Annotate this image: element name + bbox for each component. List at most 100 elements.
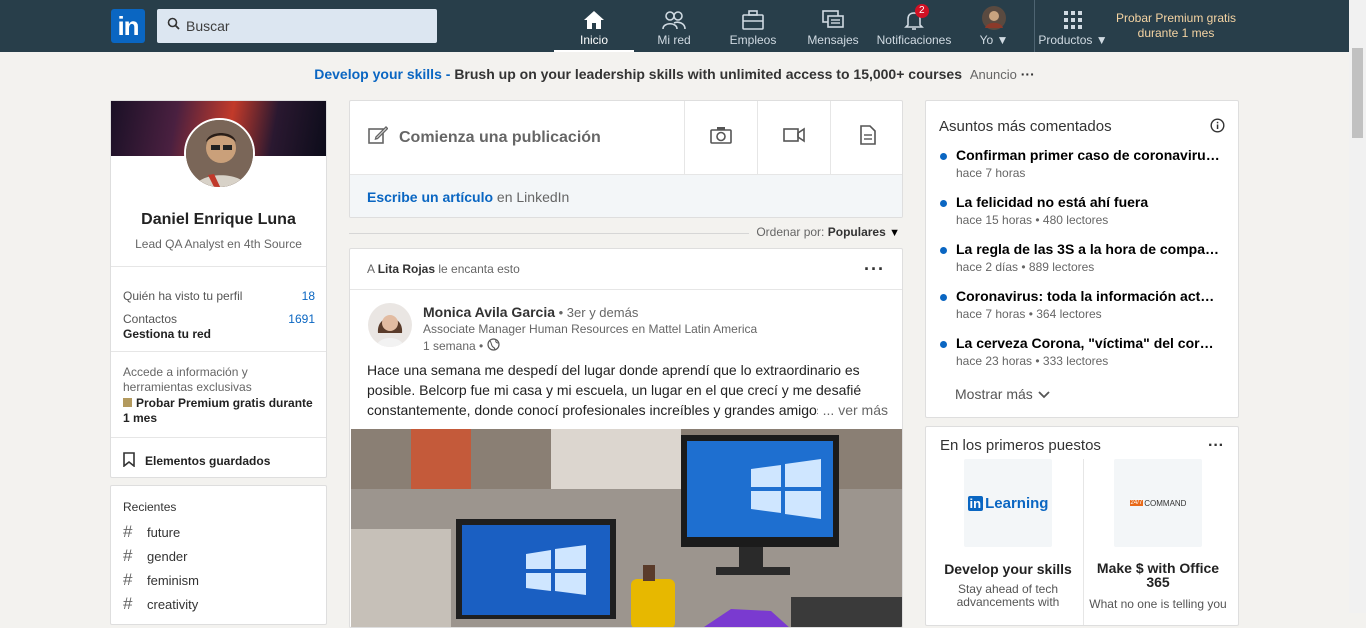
promo-title: Develop your skills — [944, 561, 1072, 577]
info-icon[interactable] — [1210, 118, 1225, 138]
trending-item[interactable]: La felicidad no está ahí fuera hace 15 ho… — [940, 194, 1220, 227]
feed-sort-label: Ordenar por: — [756, 225, 825, 239]
hashtag-label: creativity — [147, 596, 199, 612]
profile-photo[interactable] — [184, 118, 255, 189]
video-button[interactable] — [757, 101, 830, 174]
nav-jobs[interactable]: Empleos — [722, 0, 784, 52]
notification-badge: 2 — [915, 4, 929, 18]
chevron-down-icon — [1038, 386, 1050, 402]
divider — [350, 289, 902, 290]
divider — [111, 437, 326, 438]
profile-views-row[interactable]: Quién ha visto tu perfil 18 — [123, 289, 315, 303]
nav-me[interactable]: Yo ▼ — [974, 0, 1014, 52]
briefcase-icon — [742, 0, 764, 30]
bookmark-icon — [123, 452, 135, 470]
top-title: En los primeros puestos — [940, 437, 1101, 454]
trending-item[interactable]: Confirman primer caso de coronavirus e..… — [940, 147, 1220, 180]
post-author-name[interactable]: Monica Avila Garcia • 3er y demás — [423, 304, 638, 320]
document-button[interactable] — [830, 101, 902, 174]
photo-button[interactable] — [684, 101, 757, 174]
feed-sort: Ordenar por: Populares ▼ — [349, 224, 902, 242]
messages-icon — [822, 0, 844, 30]
caret-down-icon: ▼ — [889, 227, 900, 239]
hashtag-icon: # — [123, 546, 133, 565]
premium-cta[interactable]: Probar Premium gratis durante 1 mes — [123, 396, 318, 426]
linkedin-logo[interactable]: in — [111, 9, 145, 43]
promo-card[interactable]: 24/7 COMMAND Make $ with Office 365 What … — [1084, 459, 1232, 625]
promo-card[interactable]: in Learning Develop your skills Stay ahea… — [934, 459, 1082, 625]
premium-icon — [123, 398, 132, 407]
contacts-label: Contactos — [123, 312, 178, 326]
ad-label: Anuncio — [969, 67, 1017, 82]
divider — [111, 351, 326, 352]
ad-more-icon[interactable]: ··· — [1021, 66, 1035, 82]
ad-text[interactable]: Brush up on your leadership skills with … — [454, 66, 962, 82]
search-icon — [167, 17, 180, 35]
nav-notifications[interactable]: Notificaciones 2 — [874, 0, 954, 52]
promo-desc: What no one is telling you — [1089, 597, 1227, 611]
command-logo-text: COMMAND — [1144, 498, 1187, 508]
nav-home[interactable]: Inicio — [554, 0, 634, 52]
nav-products-label: Productos — [1038, 33, 1093, 47]
trending-item-meta: hace 7 horas • 364 lectores — [956, 307, 1102, 321]
trending-item[interactable]: La cerveza Corona, "víctima" del corona.… — [940, 335, 1220, 368]
profile-headline: Lead QA Analyst en 4th Source — [135, 237, 302, 251]
social-prefix: A — [367, 262, 378, 276]
camera-icon — [710, 126, 732, 149]
trending-item[interactable]: Coronavirus: toda la información actuali… — [940, 288, 1220, 321]
see-more-link[interactable]: ... ver más — [817, 400, 888, 420]
post-time-label: 1 semana • — [423, 339, 484, 353]
profile-card: Daniel Enrique Luna Lead QA Analyst en 4… — [110, 100, 327, 478]
search-placeholder: Buscar — [186, 18, 230, 34]
feed-sort-dropdown[interactable]: Ordenar por: Populares ▼ — [750, 225, 900, 239]
nav-network[interactable]: Mi red — [642, 0, 706, 52]
nav-products[interactable]: Productos ▼ — [1036, 0, 1110, 52]
hashtag-icon: # — [123, 570, 133, 589]
trending-item-meta: hace 15 horas • 480 lectores — [956, 213, 1109, 227]
post-time: 1 semana • — [423, 338, 500, 354]
trending-item-title: La cerveza Corona, "víctima" del corona.… — [940, 335, 1220, 351]
avatar — [982, 0, 1006, 30]
start-post-button[interactable]: Comienza una publicación — [350, 101, 684, 174]
write-article-link[interactable]: Escribe un artículo — [367, 189, 493, 205]
contacts-value: 1691 — [288, 312, 315, 326]
ad-highlight[interactable]: Develop your skills — [314, 66, 442, 82]
recent-hashtag[interactable]: # future — [123, 520, 199, 544]
post-image[interactable] — [351, 429, 902, 627]
home-icon — [583, 0, 605, 30]
page-scrollbar[interactable] — [1349, 0, 1366, 613]
recent-hashtag[interactable]: # gender — [123, 544, 199, 568]
nav-jobs-label: Empleos — [729, 33, 777, 47]
nav-messages[interactable]: Mensajes — [802, 0, 864, 52]
post-menu-icon[interactable]: ··· — [864, 259, 885, 280]
recent-hashtag[interactable]: # feminism — [123, 568, 199, 592]
premium-trial-link[interactable]: Probar Premium gratis durante 1 mes — [1110, 11, 1242, 41]
scrollbar-thumb[interactable] — [1352, 48, 1363, 138]
ad-banner[interactable]: Develop your skills - Brush up on your l… — [0, 66, 1349, 82]
search-input[interactable]: Buscar — [157, 9, 437, 43]
show-more-button[interactable]: Mostrar más — [955, 386, 1050, 402]
hashtag-label: future — [147, 524, 181, 540]
trending-card: Asuntos más comentados Confirman primer … — [925, 100, 1239, 418]
hashtag-label: feminism — [147, 572, 200, 588]
document-icon — [859, 125, 876, 150]
contacts-row[interactable]: Contactos 1691 — [123, 312, 315, 326]
profile-name[interactable]: Daniel Enrique Luna — [111, 211, 326, 229]
trending-item-meta: hace 2 días • 889 lectores — [956, 260, 1095, 274]
profile-views-label: Quién ha visto tu perfil — [123, 289, 243, 303]
top-navbar: in Buscar Inicio Mi red Empleos Mensajes… — [0, 0, 1366, 52]
liker-name[interactable]: Lita Rojas — [378, 262, 435, 276]
trending-item[interactable]: La regla de las 3S a la hora de comparti… — [940, 241, 1220, 274]
chevron-down-icon: ▼ — [996, 33, 1009, 47]
profile-views-value: 18 — [301, 289, 315, 303]
author-name[interactable]: Monica Avila Garcia — [423, 304, 555, 320]
author-avatar[interactable] — [368, 303, 412, 347]
write-article-row: Escribe un artículo en LinkedIn — [350, 174, 902, 217]
recent-hashtag[interactable]: # creativity — [123, 592, 199, 616]
top-menu-icon[interactable]: ··· — [1208, 437, 1224, 455]
recent-title: Recientes — [123, 500, 177, 514]
saved-items[interactable]: Elementos guardados — [123, 452, 270, 470]
saved-items-label: Elementos guardados — [145, 454, 271, 468]
trending-title: Asuntos más comentados — [939, 118, 1112, 135]
contacts-manage[interactable]: Gestiona tu red — [123, 327, 211, 341]
